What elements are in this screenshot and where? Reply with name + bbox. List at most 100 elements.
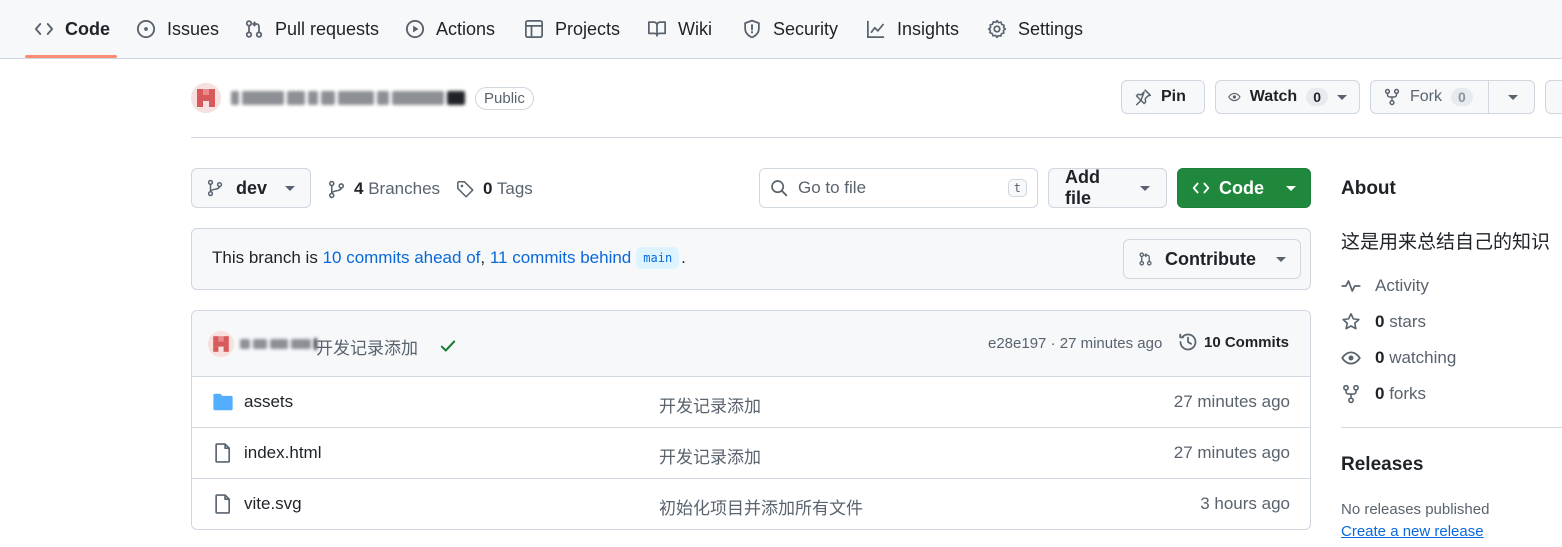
file-name[interactable]: index.html [244,443,321,463]
file-table: 开发记录添加 e28e197 · 27 minutes ago 10 Commi… [191,310,1311,530]
tab-actions[interactable]: Actions [405,10,495,48]
commits-ahead-link[interactable]: 10 commits ahead of [323,248,481,268]
shield-icon [744,19,760,39]
branch-name: dev [236,177,268,198]
file-commit-message[interactable]: 初始化项目并添加所有文件 [659,494,863,519]
file-name[interactable]: vite.svg [244,494,302,514]
base-branch-chip[interactable]: main [636,247,680,269]
chevron-down-icon [1276,256,1286,262]
committer-name-redacted[interactable] [240,338,317,350]
forks-label: forks [1389,384,1427,403]
branch-compare-text: This branch is 10 commits ahead of , 11 … [212,247,686,269]
code-label: Code [1219,177,1264,198]
branch-selector[interactable]: dev [191,168,311,208]
branches-count: 4 [354,179,364,198]
fork-button[interactable]: Fork 0 [1370,80,1535,114]
owner-avatar[interactable] [191,83,221,113]
tab-code[interactable]: Code [34,10,110,48]
activity-link[interactable]: Activity [1341,276,1429,296]
fork-label: Fork [1410,88,1442,105]
add-file-label: Add file [1065,167,1100,208]
active-tab-indicator [25,55,117,58]
add-file-button[interactable]: Add file [1048,167,1167,208]
releases-heading[interactable]: Releases [1341,454,1423,476]
play-icon [405,19,425,39]
create-release-link[interactable]: Create a new release [1341,523,1484,540]
file-icon [215,494,231,514]
tag-icon [457,180,474,198]
code-button[interactable]: Code [1177,168,1311,208]
gear-icon [987,19,1007,39]
chevron-down-icon[interactable] [1507,94,1518,100]
file-commit-time: 27 minutes ago [1173,443,1290,462]
shortcut-hint: t [1007,179,1027,197]
pin-button[interactable]: Pin [1121,80,1205,114]
watching-count: 0 [1375,348,1385,367]
file-commit-message[interactable]: 开发记录添加 [659,392,761,417]
watching-label: watching [1389,348,1457,367]
commits-behind-link[interactable]: 11 commits behind [490,248,631,268]
tab-projects[interactable]: Projects [524,10,620,48]
committer-avatar[interactable] [208,331,234,357]
repo-description: 这是用来总结自己的知识 [1341,232,1551,253]
chevron-down-icon [1337,94,1347,100]
watch-button[interactable]: Watch 0 [1215,80,1360,114]
search-placeholder: Go to file [798,178,867,197]
tab-issues[interactable]: Issues [136,10,219,48]
watch-count: 0 [1306,88,1328,106]
table-icon [525,20,543,38]
file-commit-message[interactable]: 开发记录添加 [659,443,761,468]
chevron-down-icon [285,185,296,191]
file-name[interactable]: assets [244,392,293,412]
tab-pull-requests[interactable]: Pull requests [244,10,379,48]
stars-count: 0 [1375,312,1385,331]
contribute-label: Contribute [1165,248,1256,269]
file-row[interactable]: vite.svg 初始化项目并添加所有文件 3 hours ago [192,479,1310,529]
folder-icon [213,393,233,411]
latest-commit-row: 开发记录添加 e28e197 · 27 minutes ago 10 Commi… [192,311,1310,377]
activity-label: Activity [1375,276,1429,295]
code-icon [1192,182,1210,194]
commit-sha-time[interactable]: e28e197 · 27 minutes ago [988,335,1162,352]
issue-icon [136,19,156,39]
file-row[interactable]: assets 开发记录添加 27 minutes ago [192,377,1310,428]
check-icon[interactable] [439,337,457,355]
code-icon [34,23,54,35]
file-icon [215,443,231,463]
repo-title[interactable]: Public [231,84,534,112]
branch-icon [207,179,223,197]
commits-count-label: 10 Commits [1204,333,1290,351]
compare-separator: , [480,248,486,267]
file-commit-time: 3 hours ago [1200,494,1290,513]
file-row[interactable]: index.html 开发记录添加 27 minutes ago [192,428,1310,479]
visibility-badge: Public [475,86,534,110]
star-button-partial[interactable] [1545,80,1562,114]
tab-wiki[interactable]: Wiki [647,10,712,48]
pull-request-icon [245,20,263,38]
eye-icon [1341,351,1361,365]
file-commit-time: 27 minutes ago [1173,392,1290,411]
go-to-file-input[interactable]: Go to file t [759,168,1038,208]
tab-security[interactable]: Security [742,10,838,48]
repo-nav: Code Issues Pull requests Actions Projec… [0,0,1562,59]
stars-link[interactable]: 0 stars [1341,312,1426,332]
chevron-down-icon [1286,185,1296,191]
tab-label: Actions [436,18,496,39]
tab-label: Wiki [678,18,712,39]
contribute-button[interactable]: Contribute [1123,239,1301,279]
tags-label: Tags [496,179,533,198]
branches-link[interactable]: 4 Branches [327,170,440,208]
forks-link[interactable]: 0 forks [1341,384,1426,404]
history-icon [1179,333,1197,351]
eye-icon [1228,92,1241,102]
branch-compare-box: This branch is 10 commits ahead of , 11 … [191,228,1311,290]
search-icon [771,180,788,197]
commits-history-link[interactable]: 10 Commits [1178,332,1289,352]
tags-link[interactable]: 0 Tags [456,170,533,208]
chevron-down-icon [1140,185,1150,191]
tab-insights[interactable]: Insights [866,10,959,48]
forks-count: 0 [1375,384,1385,403]
watching-link[interactable]: 0 watching [1341,348,1456,368]
tab-settings[interactable]: Settings [987,10,1083,48]
commit-message[interactable]: 开发记录添加 [316,334,418,359]
